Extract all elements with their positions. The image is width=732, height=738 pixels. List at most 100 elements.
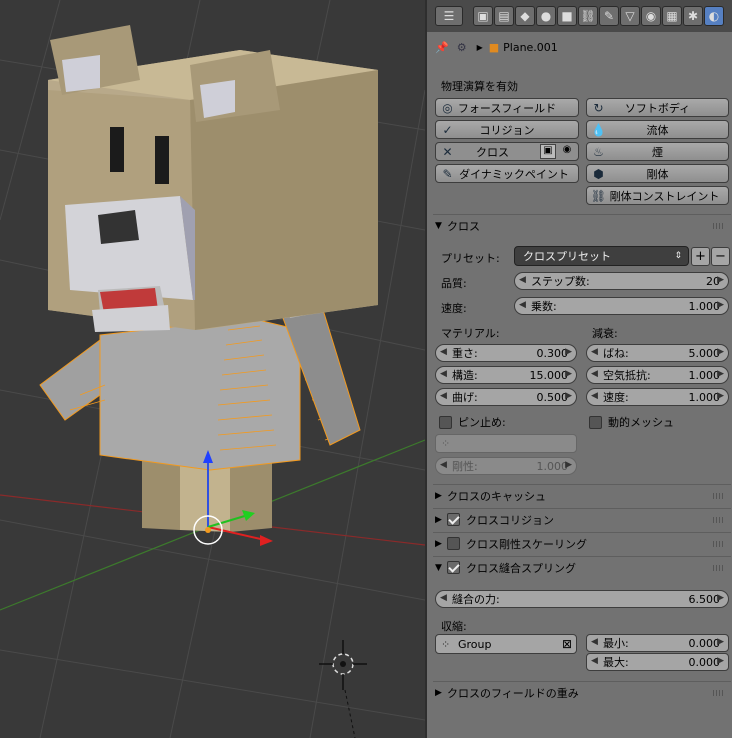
physics-icon[interactable]: ◐ xyxy=(704,6,724,26)
rigid-constraint-button[interactable]: ⛓ 剛体コンストレイント xyxy=(586,186,729,205)
texture-icon[interactable]: ▦ xyxy=(662,6,682,26)
drag-handle-icon[interactable] xyxy=(713,690,725,696)
shrink-max-value: 0.000 xyxy=(688,655,721,669)
mesh-icon: ■ xyxy=(488,40,500,54)
constraints-icon[interactable]: ⛓ xyxy=(578,6,598,26)
bending-label: 曲げ: xyxy=(452,391,478,404)
properties-panel: ☰ ▣ ▤ ◆ ● ■ ⛓ ✎ ▽ ◉ ▦ ✱ ◐ 📌 ⚙ ▶ ■ Plane.… xyxy=(425,0,732,738)
velocity-value: 1.000 xyxy=(688,390,721,404)
steps-label: ステップ数: xyxy=(531,275,590,288)
world-icon[interactable]: ● xyxy=(536,6,556,26)
dynamic-paint-button[interactable]: ✎ ダイナミックペイント xyxy=(435,164,579,183)
vertex-group-icon: ⁘ xyxy=(441,437,451,450)
stiffness-scaling-panel-header[interactable]: ▶ クロス剛性スケーリング xyxy=(433,532,731,554)
shrink-max-field[interactable]: ◀ 最大: 0.000 ▶ xyxy=(586,653,729,671)
bending-value: 0.500 xyxy=(536,390,569,404)
vertex-group-icon: ⁘ xyxy=(441,637,451,651)
velocity-label: 速度: xyxy=(603,391,629,404)
minus-icon: − xyxy=(715,249,726,264)
dynamic-mesh-checkbox[interactable]: 動的メッシュ xyxy=(589,414,674,430)
render-toggle-icon[interactable]: ▣ xyxy=(540,144,556,159)
rigid-body-button[interactable]: ⬢ 剛体 xyxy=(586,164,729,183)
air-value: 1.000 xyxy=(688,368,721,382)
collapse-arrow-icon: ▶ xyxy=(435,538,442,549)
clear-field-icon[interactable]: ⊠ xyxy=(562,637,572,651)
shrink-max-label: 最大: xyxy=(603,656,629,669)
force-field-button[interactable]: ◎ フォースフィールド xyxy=(435,98,579,117)
cloth-button[interactable]: ✕ クロス ▣ ◉ xyxy=(435,142,579,161)
mass-label: 重さ: xyxy=(452,347,478,360)
speed-label: 速度: xyxy=(441,302,467,315)
cloth-cache-panel-header[interactable]: ▶ クロスのキャッシュ xyxy=(433,484,731,506)
dynamic-mesh-label: 動的メッシュ xyxy=(608,416,674,429)
material-icon[interactable]: ◉ xyxy=(641,6,661,26)
editor-type-icon[interactable]: ☰ xyxy=(435,6,463,26)
context-breadcrumb: 📌 ⚙ ▶ ■ Plane.001 xyxy=(427,32,732,62)
rigid-body-icon: ⬢ xyxy=(593,166,604,181)
collision-button[interactable]: ✓ コリジョン xyxy=(435,120,579,139)
speed-multiplier-field[interactable]: ◀ 乗数: 1.000 ▶ xyxy=(514,297,729,315)
cloth-collision-panel-header[interactable]: ▶ クロスコリジョン xyxy=(433,508,731,530)
modifiers-icon[interactable]: ✎ xyxy=(599,6,619,26)
3d-viewport[interactable] xyxy=(0,0,425,738)
smoke-button[interactable]: ♨ 煙 xyxy=(586,142,729,161)
multiplier-value: 1.000 xyxy=(688,299,721,313)
drag-handle-icon[interactable] xyxy=(713,493,725,499)
structure-label: 構造: xyxy=(452,369,478,382)
object-name: Plane.001 xyxy=(503,40,558,54)
drag-handle-icon[interactable] xyxy=(713,223,725,229)
remove-preset-button[interactable]: − xyxy=(711,247,730,266)
velocity-damping-field[interactable]: ◀ 速度: 1.000 ▶ xyxy=(586,388,729,406)
field-weights-panel-header[interactable]: ▶ クロスのフィールドの重み xyxy=(433,681,731,703)
stiffness-scaling-checkbox[interactable] xyxy=(447,537,460,550)
damping-label: 減衰: xyxy=(592,327,618,340)
sewing-springs-panel-header[interactable]: ▼ クロス縫合スプリング xyxy=(433,556,731,578)
add-preset-button[interactable]: + xyxy=(691,247,710,266)
quality-steps-field[interactable]: ◀ ステップ数: 20 ▶ xyxy=(514,272,729,290)
shrink-min-label: 最小: xyxy=(603,637,629,650)
close-icon[interactable]: ✕ xyxy=(440,144,455,159)
object-link-icon: ⚙ xyxy=(456,40,467,54)
drag-handle-icon[interactable] xyxy=(713,541,725,547)
shrink-group-field[interactable]: ⁘ Group ⊠ xyxy=(435,634,577,654)
shrink-group-value: Group xyxy=(458,637,492,651)
visibility-eye-icon[interactable]: ◉ xyxy=(559,144,575,159)
sewing-springs-checkbox[interactable] xyxy=(447,561,460,574)
structure-field[interactable]: ◀ 構造: 15.000 ▶ xyxy=(435,366,577,384)
sewing-force-label: 縫合の力: xyxy=(452,593,500,606)
render-icon[interactable]: ▣ xyxy=(473,6,493,26)
shrink-min-field[interactable]: ◀ 最小: 0.000 ▶ xyxy=(586,634,729,652)
breadcrumb-arrow-icon: ▶ xyxy=(476,42,483,52)
sewing-force-field[interactable]: ◀ 縫合の力: 6.500 ▶ xyxy=(435,590,729,608)
preset-dropdown[interactable]: クロスプリセット ⇕ xyxy=(514,246,689,266)
force-field-icon: ◎ xyxy=(442,100,453,115)
object-icon[interactable]: ■ xyxy=(557,6,577,26)
pin-checkbox-box[interactable] xyxy=(439,415,452,429)
data-icon[interactable]: ▽ xyxy=(620,6,640,26)
quality-label: 品質: xyxy=(441,277,467,290)
field-weights-title: クロスのフィールドの重み xyxy=(447,686,579,700)
scene-icon[interactable]: ◆ xyxy=(515,6,535,26)
pin-checkbox[interactable]: ピン止め: xyxy=(439,414,506,430)
air-damping-field[interactable]: ◀ 空気抵抗: 1.000 ▶ xyxy=(586,366,729,384)
material-label: マテリアル: xyxy=(441,327,500,340)
cloth-collision-checkbox[interactable] xyxy=(447,513,460,526)
bending-field[interactable]: ◀ 曲げ: 0.500 ▶ xyxy=(435,388,577,406)
multiplier-label: 乗数: xyxy=(531,300,557,313)
structure-value: 15.000 xyxy=(529,368,569,382)
spring-value: 5.000 xyxy=(688,346,721,360)
viewport-scene xyxy=(0,0,425,738)
fluid-button[interactable]: 💧 流体 xyxy=(586,120,729,139)
mass-field[interactable]: ◀ 重さ: 0.300 ▶ xyxy=(435,344,577,362)
pin-icon[interactable]: 📌 xyxy=(435,41,449,54)
drag-handle-icon[interactable] xyxy=(713,565,725,571)
render-layers-icon[interactable]: ▤ xyxy=(494,6,514,26)
dynamic-mesh-checkbox-box[interactable] xyxy=(589,415,602,429)
plus-icon: + xyxy=(695,249,706,264)
drag-handle-icon[interactable] xyxy=(713,517,725,523)
soft-body-button[interactable]: ↻ ソフトボディ xyxy=(586,98,729,117)
spring-damping-field[interactable]: ◀ ばね: 5.000 ▶ xyxy=(586,344,729,362)
properties-header: ☰ ▣ ▤ ◆ ● ■ ⛓ ✎ ▽ ◉ ▦ ✱ ◐ xyxy=(427,0,732,32)
cloth-panel-header[interactable]: ▼ クロス xyxy=(433,214,731,236)
particles-icon[interactable]: ✱ xyxy=(683,6,703,26)
